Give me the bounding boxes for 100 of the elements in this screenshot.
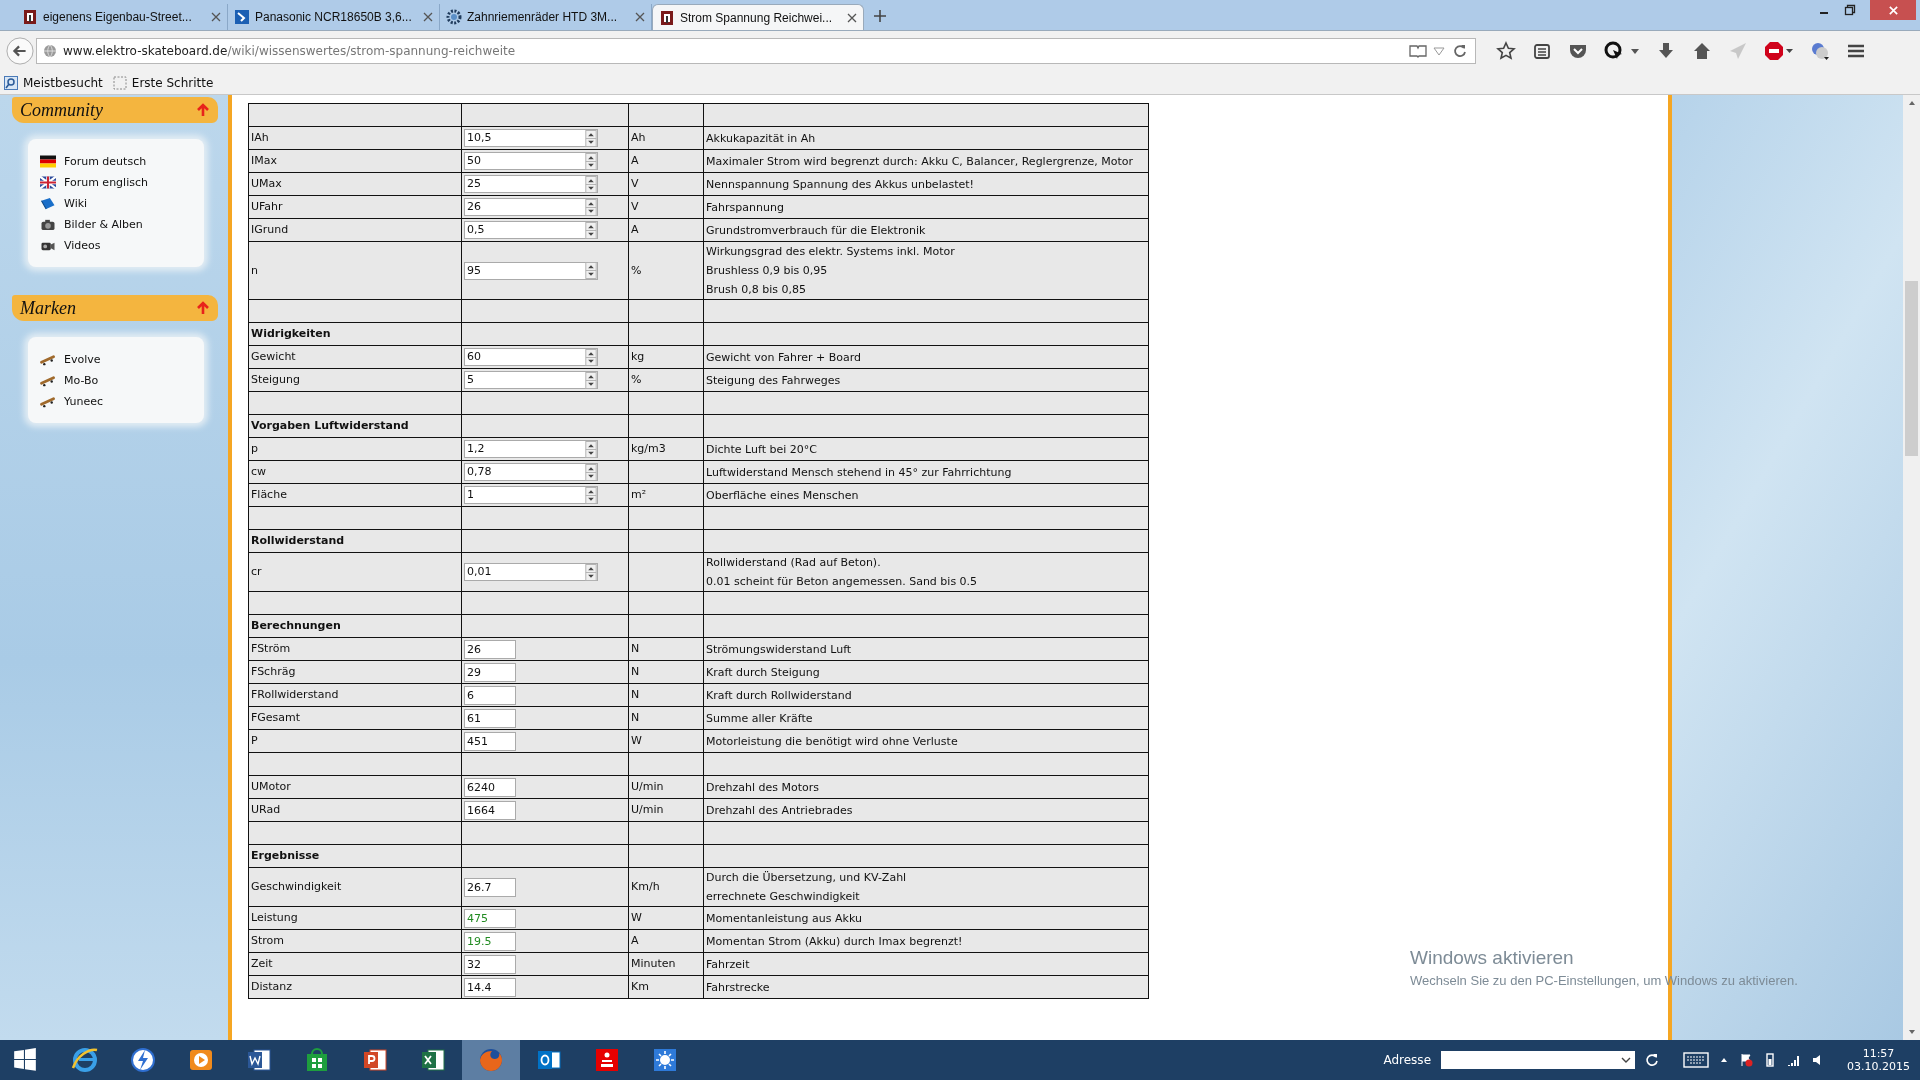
- bookmark-item[interactable]: Meistbesucht: [4, 75, 103, 90]
- start-icon[interactable]: [12, 1047, 38, 1073]
- close-tab-icon[interactable]: [211, 12, 221, 22]
- parameter-name: UMax: [248, 172, 462, 196]
- camera-icon: [40, 217, 56, 231]
- spin-arrows-icon[interactable]: [585, 175, 597, 193]
- battery-icon[interactable]: [1763, 1053, 1777, 1067]
- description-cell: Maximaler Strom wird begrenzt durch: Akku C, Balancer, Reglergrenze, Motor: [703, 149, 1149, 173]
- bookmark-star-icon[interactable]: [1496, 41, 1516, 61]
- sidebar-link[interactable]: Forum englisch: [40, 174, 192, 190]
- section-heading: Widrigkeiten: [248, 322, 462, 346]
- close-tab-icon[interactable]: [423, 12, 433, 22]
- parameter-name: FSchräg: [248, 660, 462, 684]
- number-spinner[interactable]: 1,2: [464, 440, 598, 458]
- number-spinner[interactable]: 10,5: [464, 129, 598, 147]
- signal-bars-icon[interactable]: [1787, 1053, 1801, 1067]
- parameter-name: Distanz: [248, 975, 462, 999]
- number-spinner[interactable]: 0,78: [464, 463, 598, 481]
- bookmark-item[interactable]: Erste Schritte: [112, 75, 214, 90]
- adblock-icon[interactable]: [1764, 41, 1794, 61]
- description-cell: Drehzahl des Motors: [703, 775, 1149, 799]
- number-spinner[interactable]: 50: [464, 152, 598, 170]
- arrow-up-icon[interactable]: [196, 103, 210, 117]
- e-logo-icon: [71, 1046, 99, 1074]
- number-spinner[interactable]: 95: [464, 261, 598, 280]
- number-spinner[interactable]: 60: [464, 348, 598, 366]
- sidebar-link[interactable]: Wiki: [40, 195, 192, 211]
- close-tab-icon[interactable]: [847, 12, 857, 23]
- reader-view-icon[interactable]: [1409, 44, 1427, 58]
- parameter-name: IGrund: [248, 218, 462, 242]
- sidebar-link[interactable]: Videos: [40, 237, 192, 253]
- number-spinner[interactable]: 0,01: [464, 563, 598, 581]
- back-button-icon[interactable]: [6, 37, 34, 65]
- number-spinner[interactable]: 1: [464, 486, 598, 504]
- sidebar-link[interactable]: Bilder & Alben: [40, 216, 192, 232]
- parameter-name: Steigung: [248, 368, 462, 392]
- restore-icon[interactable]: [1844, 4, 1856, 16]
- spin-arrows-icon[interactable]: [585, 152, 597, 170]
- spin-arrows-icon[interactable]: [585, 198, 597, 216]
- spin-arrows-icon[interactable]: [585, 371, 597, 389]
- number-spinner[interactable]: 25: [464, 175, 598, 193]
- reading-list-icon[interactable]: [1532, 41, 1552, 61]
- number-spinner[interactable]: 0,5: [464, 221, 598, 239]
- section-title: Marken: [20, 297, 76, 319]
- spin-arrows-icon[interactable]: [585, 262, 597, 279]
- scrollbar-thumb[interactable]: [1905, 281, 1918, 456]
- sidebar-link[interactable]: Forum deutsch: [40, 153, 192, 169]
- parameter-name: URad: [248, 798, 462, 822]
- caret-icon[interactable]: [1621, 1055, 1631, 1065]
- clock[interactable]: 11:57 03.10.2015: [1847, 1047, 1910, 1073]
- result-field: 61: [464, 708, 516, 728]
- home-icon[interactable]: [1692, 41, 1712, 61]
- description-cell: Momentan Strom (Akku) durch Imax begrenzt!: [703, 929, 1149, 953]
- description-cell: Nennspannung Spannung des Akkus unbelastet!: [703, 172, 1149, 196]
- spin-arrows-icon[interactable]: [585, 486, 597, 504]
- description-cell: Kraft durch Steigung: [703, 660, 1149, 684]
- result-field: 26.7: [464, 877, 516, 897]
- keyboard-icon[interactable]: [1683, 1052, 1709, 1068]
- address-bar[interactable]: www.elektro-skateboard.de/wiki/wissenswertes/strom-spannung-reichweite: [36, 38, 1476, 64]
- address-toolbar-label: Adresse: [1383, 1053, 1431, 1067]
- extension-icon[interactable]: [1810, 41, 1830, 61]
- description-cell: Strömungswiderstand Luft: [703, 637, 1149, 661]
- skateboard-icon: [40, 352, 56, 366]
- result-field: 26: [464, 639, 516, 659]
- parameter-name: Geschwindigkeit: [248, 867, 462, 907]
- address-toolbar-field[interactable]: [1441, 1051, 1635, 1069]
- fox-globe-icon: [477, 1046, 505, 1074]
- spin-arrows-icon[interactable]: [585, 463, 597, 481]
- caret-icon[interactable]: [1630, 46, 1640, 56]
- section-title: Community: [20, 99, 103, 121]
- sidebar-link[interactable]: Mo-Bo: [40, 372, 192, 388]
- close-window-button[interactable]: [1870, 0, 1916, 20]
- parameter-name: Leistung: [248, 906, 462, 930]
- skateboard-icon: [40, 394, 56, 408]
- description-cell: Durch die Übersetzung, und KV-Zahl errechnete Geschwindigkeit: [703, 867, 1149, 907]
- arrow-up-icon[interactable]: [196, 301, 210, 315]
- parameter-name: UMotor: [248, 775, 462, 799]
- refresh-icon[interactable]: [1645, 1053, 1659, 1067]
- skateboard-icon: [40, 373, 56, 387]
- parameter-name: P: [248, 729, 462, 753]
- spin-arrows-icon[interactable]: [585, 563, 597, 581]
- spin-arrows-icon[interactable]: [585, 440, 597, 458]
- number-spinner[interactable]: 5: [464, 371, 598, 389]
- close-tab-icon[interactable]: [635, 12, 645, 22]
- search-icon: [4, 75, 18, 90]
- sidebar-link[interactable]: Evolve: [40, 351, 192, 367]
- cursor-ring-icon[interactable]: [1604, 41, 1624, 61]
- spin-arrows-icon[interactable]: [585, 221, 597, 239]
- flag-icon[interactable]: [1739, 1053, 1753, 1067]
- description-cell: Kraft durch Rollwiderstand: [703, 683, 1149, 707]
- number-spinner[interactable]: 26: [464, 198, 598, 216]
- reload-icon[interactable]: [1451, 44, 1469, 58]
- close-icon[interactable]: [1887, 4, 1899, 16]
- browser-tab[interactable]: Strom Spannung Reichwei...: [652, 4, 864, 30]
- sidebar-link[interactable]: Yuneec: [40, 393, 192, 409]
- spin-arrows-icon[interactable]: [585, 348, 597, 366]
- spin-arrows-icon[interactable]: [585, 129, 597, 147]
- new-tab-icon[interactable]: [874, 10, 886, 22]
- dropdown-icon[interactable]: [1433, 46, 1445, 56]
- site-favicon-icon: [22, 9, 38, 25]
